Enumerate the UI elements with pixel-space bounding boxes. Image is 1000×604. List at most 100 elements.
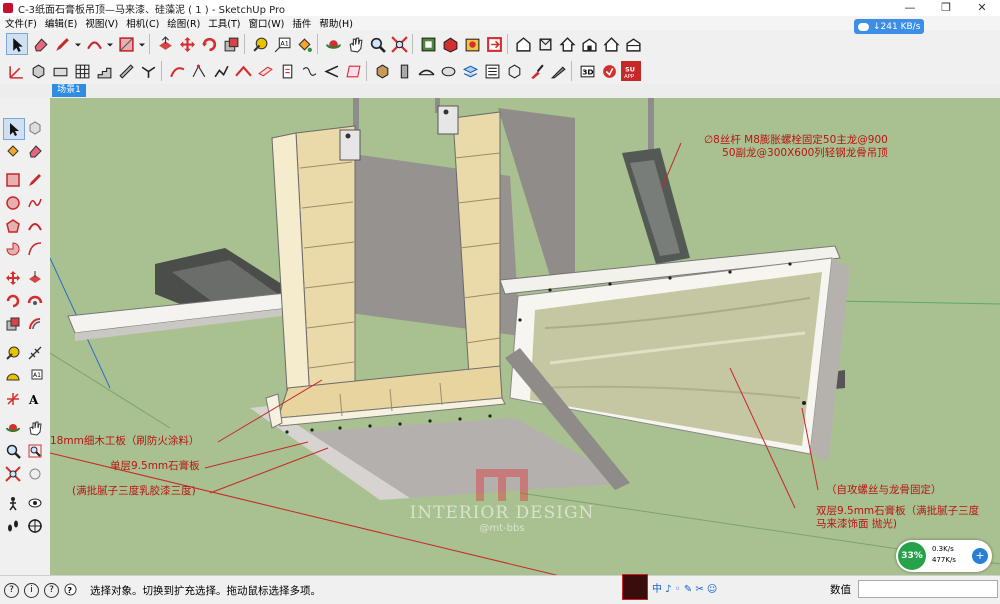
plugin-tool-24[interactable] — [526, 61, 546, 81]
arc-tool[interactable] — [84, 34, 104, 54]
plugin-tool-17[interactable] — [372, 61, 392, 81]
plugin-tool-26[interactable]: 3D — [577, 61, 597, 81]
view-top-button[interactable] — [535, 34, 555, 54]
left-orbit-tool[interactable] — [3, 418, 23, 438]
left-pie-tool[interactable] — [3, 239, 23, 259]
view-iso-button[interactable] — [513, 34, 533, 54]
left-text-tool[interactable]: A1 — [25, 366, 45, 386]
paint-bucket-tool[interactable] — [294, 34, 314, 54]
scene-tab-1[interactable]: 场景1 — [52, 84, 86, 97]
credits-info-icon[interactable]: i — [24, 583, 39, 598]
left-offset-tool[interactable] — [25, 314, 45, 334]
plugin-tool-2[interactable] — [28, 61, 48, 81]
left-look-around-tool[interactable] — [25, 493, 45, 513]
left-select-tool[interactable] — [3, 118, 25, 140]
ime-status[interactable]: 中 ♪ ◦ ✎ ✂ ☺ — [652, 580, 717, 595]
left-3dtext-tool[interactable]: A — [25, 389, 45, 409]
network-monitor-widget[interactable]: 33% 0.3K/s 477K/s + — [896, 540, 992, 572]
left-arc-tool[interactable] — [25, 216, 45, 236]
left-protractor-tool[interactable] — [3, 366, 23, 386]
view-front-button[interactable] — [557, 34, 577, 54]
su-app-button[interactable]: SU APP — [621, 61, 641, 81]
measurements-input[interactable] — [858, 580, 998, 598]
plugin-tool-1[interactable] — [6, 61, 26, 81]
plugin-tool-7[interactable] — [138, 61, 158, 81]
move-tool[interactable] — [177, 34, 197, 54]
left-paint-tool[interactable] — [3, 141, 23, 161]
view-back-button[interactable] — [601, 34, 621, 54]
tape-measure-tool[interactable] — [250, 34, 270, 54]
left-axes-tool[interactable] — [3, 389, 23, 409]
view-right-button[interactable] — [579, 34, 599, 54]
left-pushpull-tool[interactable] — [25, 268, 45, 288]
shape-tool[interactable] — [116, 34, 136, 54]
menu-file[interactable]: 文件(F) — [5, 16, 37, 30]
left-circle-tool[interactable] — [3, 193, 23, 213]
left-zoom-window-tool[interactable] — [25, 441, 45, 461]
menu-help[interactable]: 帮助(H) — [319, 16, 353, 30]
left-2pt-arc-tool[interactable] — [25, 239, 45, 259]
menu-view[interactable]: 视图(V) — [85, 16, 118, 30]
plugin-tool-9[interactable] — [189, 61, 209, 81]
left-tape-tool[interactable] — [3, 343, 23, 363]
push-pull-tool[interactable] — [155, 34, 175, 54]
plugin-tool-5[interactable] — [94, 61, 114, 81]
select-tool[interactable] — [6, 33, 28, 55]
help-icon[interactable]: ? — [44, 583, 59, 598]
left-followme-tool[interactable] — [25, 291, 45, 311]
plugin-tool-27[interactable] — [599, 61, 619, 81]
plugin-tool-12[interactable] — [255, 61, 275, 81]
left-zoom-extents-tool[interactable] — [3, 464, 23, 484]
accelerate-button[interactable]: + — [972, 548, 988, 564]
left-polygon-tool[interactable] — [3, 216, 23, 236]
plugin-tool-21[interactable] — [460, 61, 480, 81]
menu-draw[interactable]: 绘图(R) — [167, 16, 200, 30]
shape-dropdown[interactable] — [138, 34, 146, 54]
zoom-tool[interactable] — [367, 34, 387, 54]
plugin-tool-8[interactable] — [167, 61, 187, 81]
zoom-extents-tool[interactable] — [389, 34, 409, 54]
restore-button[interactable]: ❐ — [928, 0, 964, 16]
line-tool[interactable] — [52, 34, 72, 54]
left-eraser-tool[interactable] — [25, 141, 45, 161]
pan-tool[interactable] — [345, 34, 365, 54]
left-walk-tool[interactable] — [3, 516, 23, 536]
plugin-tool-15[interactable] — [321, 61, 341, 81]
plugin-tool-10[interactable] — [211, 61, 231, 81]
plugin-tool-13[interactable] — [277, 61, 297, 81]
plugin-tool-4[interactable] — [72, 61, 92, 81]
left-previous-view-tool[interactable] — [25, 464, 45, 484]
menu-plugins[interactable]: 插件 — [292, 16, 311, 30]
send-to-layout-button[interactable] — [484, 34, 504, 54]
left-line-tool[interactable] — [25, 170, 45, 190]
left-scale-tool[interactable] — [3, 314, 23, 334]
left-component-tool[interactable] — [25, 118, 45, 138]
orbit-tool[interactable] — [323, 34, 343, 54]
plugin-tool-6[interactable] — [116, 61, 136, 81]
scale-tool[interactable] — [221, 34, 241, 54]
rotate-tool[interactable] — [199, 34, 219, 54]
plugin-tool-18[interactable] — [394, 61, 414, 81]
plugin-tool-22[interactable] — [482, 61, 502, 81]
plugin-tool-11[interactable] — [233, 61, 253, 81]
left-pan-tool[interactable] — [25, 418, 45, 438]
geo-location-icon[interactable]: ? — [4, 583, 19, 598]
view-left-button[interactable] — [623, 34, 643, 54]
menu-window[interactable]: 窗口(W) — [249, 16, 285, 30]
plugin-tool-20[interactable] — [438, 61, 458, 81]
eraser-tool[interactable] — [30, 34, 50, 54]
plugin-tool-19[interactable] — [416, 61, 436, 81]
left-position-camera-tool[interactable] — [3, 493, 23, 513]
menu-tools[interactable]: 工具(T) — [208, 16, 240, 30]
left-rotate-tool[interactable] — [3, 291, 23, 311]
user-avatar[interactable] — [622, 574, 648, 600]
plugin-tool-23[interactable] — [504, 61, 524, 81]
plugin-tool-25[interactable] — [548, 61, 568, 81]
arc-dropdown[interactable] — [106, 34, 114, 54]
left-dimension-tool[interactable] — [25, 343, 45, 363]
plugin-tool-3[interactable] — [50, 61, 70, 81]
extension-manager-button[interactable] — [462, 34, 482, 54]
menu-edit[interactable]: 编辑(E) — [45, 16, 77, 30]
extension-warehouse-button[interactable] — [440, 34, 460, 54]
instructor-icon[interactable]: ? — [64, 583, 77, 596]
